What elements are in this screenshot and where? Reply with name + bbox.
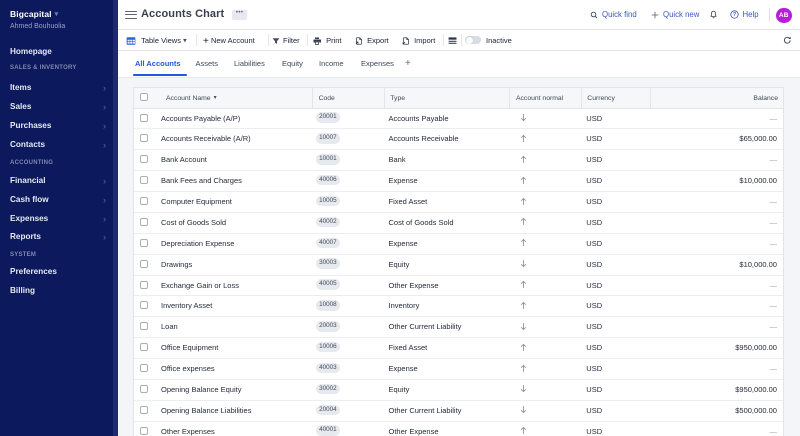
svg-text:?: ? bbox=[732, 13, 735, 19]
